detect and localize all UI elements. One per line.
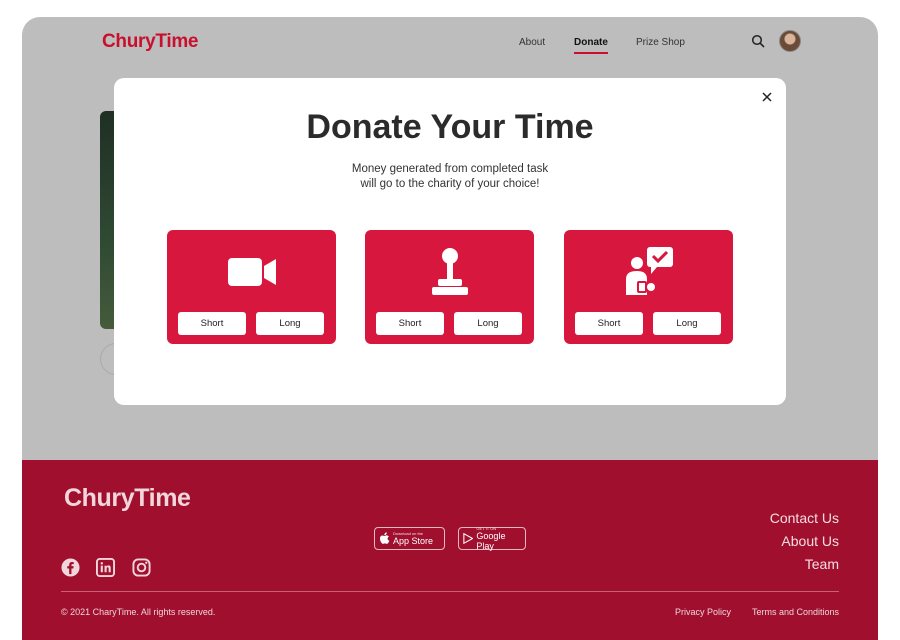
app-store-label: App Store <box>393 536 434 546</box>
avatar[interactable] <box>779 30 801 52</box>
footer-logo[interactable]: ChuryTime <box>64 484 191 513</box>
long-button[interactable]: Long <box>653 312 721 335</box>
footer-link-team[interactable]: Team <box>805 556 839 572</box>
footer-divider <box>61 591 839 592</box>
google-play-label: Google Play <box>476 531 506 551</box>
footer: ChuryTime Download on the App Store GET … <box>22 460 878 640</box>
logo[interactable]: ChuryTime <box>102 31 199 53</box>
short-button[interactable]: Short <box>575 312 643 335</box>
privacy-policy-link[interactable]: Privacy Policy <box>675 607 731 617</box>
facebook-icon[interactable] <box>61 558 80 577</box>
page-frame: ChuryTime About Donate Prize Shop Donate… <box>22 17 878 640</box>
footer-link-about[interactable]: About Us <box>781 533 839 549</box>
footer-link-contact[interactable]: Contact Us <box>770 510 839 526</box>
nav-prize-shop[interactable]: Prize Shop <box>636 37 685 48</box>
app-store-badge[interactable]: Download on the App Store <box>374 527 445 550</box>
donate-modal: Donate Your Time Money generated from co… <box>114 78 786 405</box>
modal-title: Donate Your Time <box>306 108 594 146</box>
close-icon[interactable] <box>760 90 774 104</box>
short-button[interactable]: Short <box>376 312 444 335</box>
long-button[interactable]: Long <box>256 312 324 335</box>
google-play-badge[interactable]: GET IT ON Google Play <box>458 526 526 551</box>
joystick-icon <box>431 248 468 295</box>
apple-icon <box>380 532 390 544</box>
nav-donate[interactable]: Donate <box>574 37 608 54</box>
linkedin-icon[interactable] <box>96 558 115 577</box>
subtitle-line-1: Money generated from completed task <box>351 163 549 175</box>
google-play-icon <box>463 532 474 545</box>
donate-card-video[interactable]: Short Long <box>167 230 336 344</box>
short-button[interactable]: Short <box>178 312 246 335</box>
modal-subtitle: Money generated from completed task will… <box>114 162 786 192</box>
nav-about[interactable]: About <box>519 37 545 48</box>
long-button[interactable]: Long <box>454 312 522 335</box>
subtitle-line-2: will go to the charity of your choice! <box>360 178 540 190</box>
donate-card-survey[interactable]: Short Long <box>564 230 733 344</box>
search-icon[interactable] <box>751 34 765 48</box>
video-camera-icon <box>227 258 276 286</box>
copyright: © 2021 CharyTime. All rights reserved. <box>61 607 216 617</box>
donate-card-game[interactable]: Short Long <box>365 230 534 344</box>
survey-person-icon <box>625 247 673 295</box>
terms-link[interactable]: Terms and Conditions <box>752 607 839 617</box>
instagram-icon[interactable] <box>132 558 151 577</box>
